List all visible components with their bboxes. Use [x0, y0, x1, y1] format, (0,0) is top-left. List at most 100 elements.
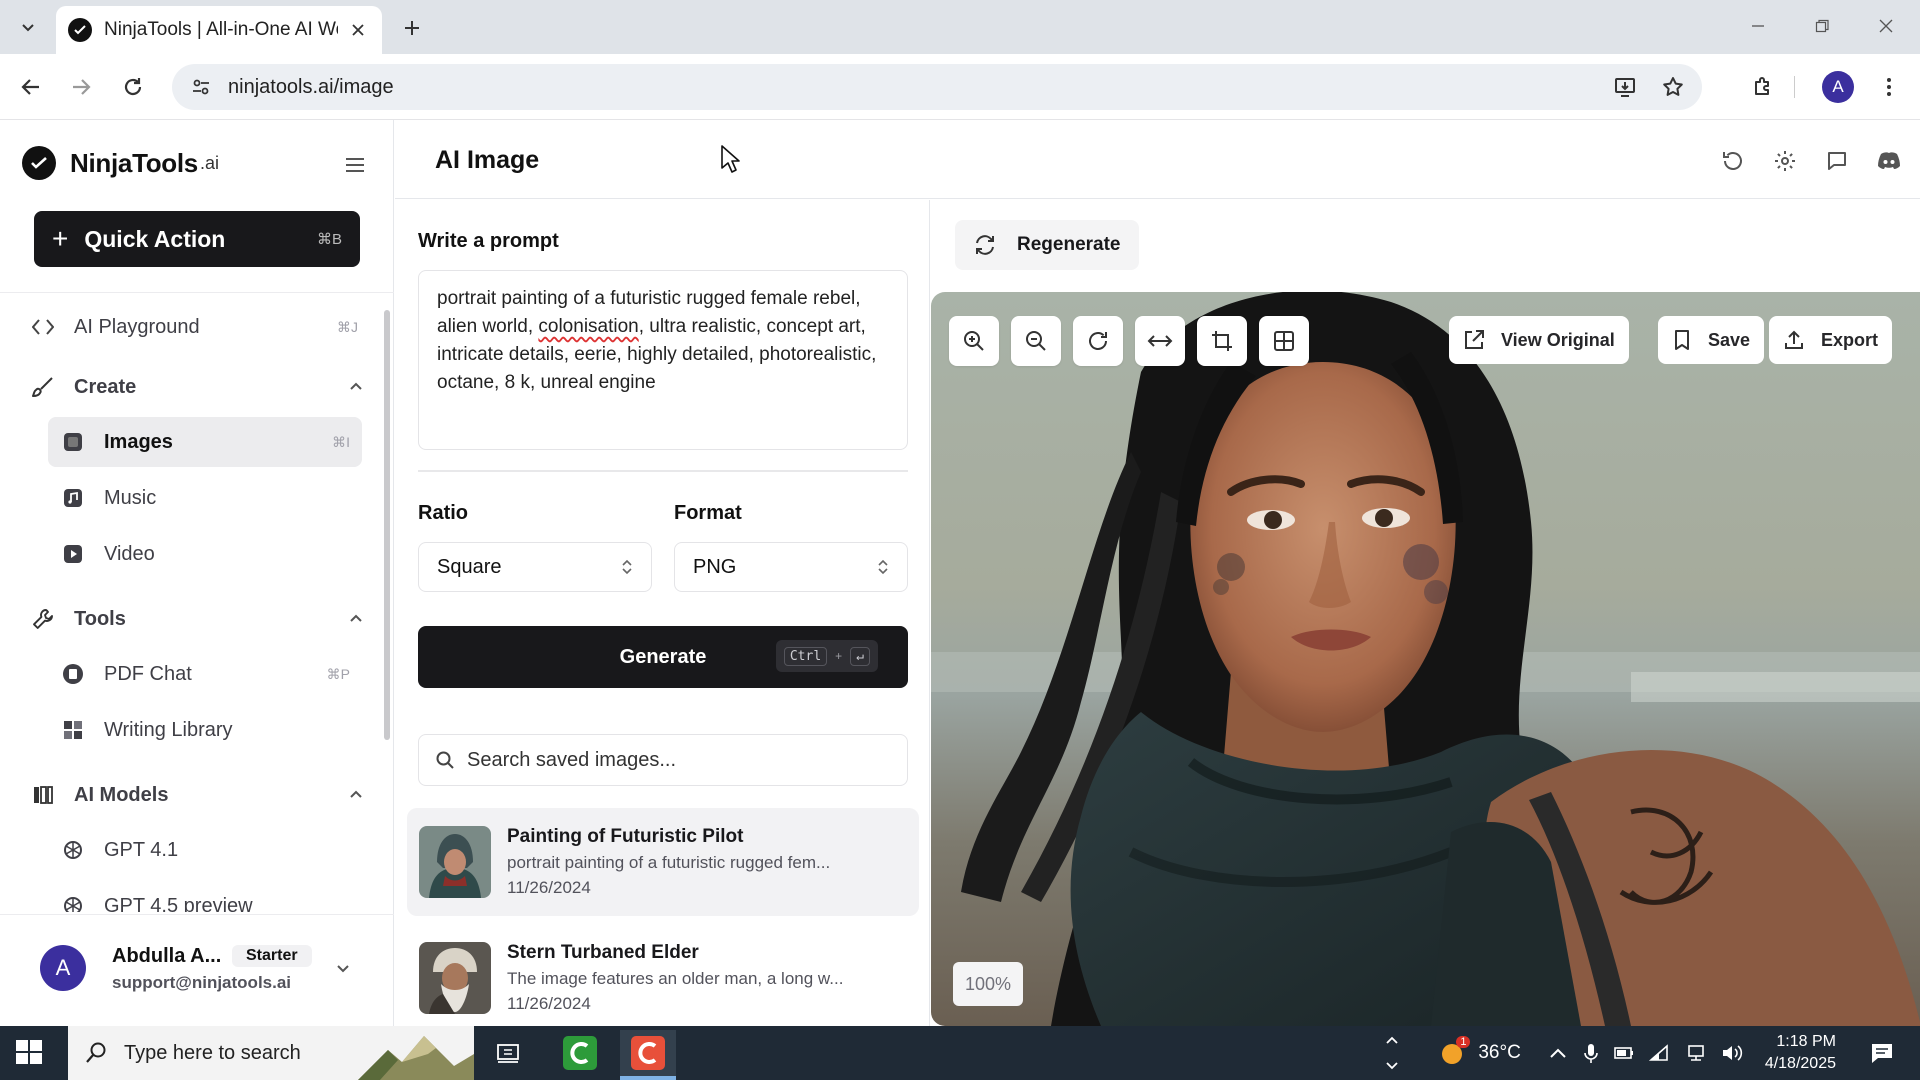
tab-search-button[interactable]	[10, 10, 46, 44]
profile-avatar[interactable]: A	[1822, 71, 1854, 103]
format-select[interactable]: PNG	[674, 542, 908, 592]
sidebar-item-video[interactable]: Video	[48, 529, 362, 579]
misspelled-word: colonisation	[538, 316, 639, 337]
plus-icon: +	[52, 223, 69, 254]
external-link-icon	[1463, 329, 1485, 351]
wifi-icon[interactable]	[1648, 1044, 1671, 1062]
new-tab-button[interactable]	[396, 12, 428, 44]
close-window-button[interactable]	[1862, 8, 1910, 44]
bookmark-star-icon[interactable]	[1656, 70, 1690, 104]
battery-icon[interactable]	[1613, 1044, 1635, 1062]
volume-icon[interactable]	[1721, 1043, 1743, 1063]
feedback-icon[interactable]	[1822, 146, 1852, 176]
sidebar-item-gpt-4-5-preview[interactable]: GPT 4.5 preview	[48, 881, 362, 912]
start-button[interactable]	[14, 1038, 48, 1068]
panel-divider	[418, 470, 908, 472]
search-icon	[84, 1041, 108, 1065]
notifications-icon[interactable]	[1870, 1042, 1894, 1064]
reload-button[interactable]	[114, 68, 152, 106]
music-icon	[60, 485, 86, 511]
sidebar-item-images[interactable]: Images ⌘I	[48, 417, 362, 467]
sidebar-item-music[interactable]: Music	[48, 473, 362, 523]
windows-logo-icon	[14, 1038, 48, 1066]
weather-widget[interactable]: 1	[1436, 1036, 1471, 1068]
crop-icon	[1210, 329, 1234, 353]
address-bar[interactable]: ninjatools.ai/image	[172, 64, 1702, 110]
sidebar-section-tools[interactable]: Tools	[28, 595, 364, 643]
user-account-card[interactable]: A Abdulla A... Starter support@ninjatool…	[0, 914, 394, 1026]
ninjatools-favicon-icon	[68, 18, 92, 42]
site-settings-icon[interactable]	[184, 70, 218, 104]
browser-tab-active[interactable]: NinjaTools | All-in-One AI Work	[56, 6, 382, 54]
user-avatar: A	[40, 945, 86, 991]
sidebar-scrollbar[interactable]	[384, 310, 390, 740]
export-button[interactable]: Export	[1769, 316, 1893, 364]
grid-view-button[interactable]	[1259, 316, 1309, 366]
saved-images-search[interactable]	[418, 734, 908, 786]
back-button[interactable]	[12, 68, 50, 106]
chevron-up-icon	[348, 787, 364, 803]
task-view-button[interactable]	[480, 1030, 536, 1076]
sidebar-item-label: GPT 4.5 preview	[104, 894, 253, 913]
network-icon[interactable]	[1685, 1043, 1707, 1063]
enter-key: ↵	[850, 646, 870, 666]
restore-window-button[interactable]	[1798, 8, 1846, 44]
brand-logo[interactable]: NinjaTools .ai	[22, 146, 219, 180]
show-hidden-icons-icon[interactable]	[1549, 1046, 1567, 1060]
view-original-button[interactable]: View Original	[1449, 316, 1629, 364]
sidebar-item-gpt-4-1[interactable]: GPT 4.1	[48, 825, 362, 875]
chevron-updown-icon	[621, 558, 633, 576]
search-input[interactable]	[467, 748, 891, 772]
refresh-icon	[973, 233, 997, 257]
shortcut-hint: ⌘I	[332, 433, 350, 450]
generate-button[interactable]: Generate Ctrl + ↵	[418, 626, 908, 688]
regenerate-button[interactable]: Regenerate	[955, 220, 1139, 270]
saved-image-item[interactable]: Painting of Futuristic Pilot portrait pa…	[407, 808, 919, 916]
saved-image-desc: portrait painting of a futuristic rugged…	[507, 853, 831, 872]
flip-horizontal-button[interactable]	[1135, 316, 1185, 366]
quick-action-button[interactable]: + Quick Action ⌘B	[34, 211, 360, 267]
sidebar-item-pdf-chat[interactable]: PDF Chat ⌘P	[48, 649, 362, 699]
taskbar-app-camtasia-recorder[interactable]	[620, 1030, 676, 1076]
taskbar-app-camtasia[interactable]	[552, 1030, 608, 1076]
ratio-select[interactable]: Square	[418, 542, 652, 592]
saved-image-item[interactable]: Stern Turbaned Elder The image features …	[407, 924, 919, 1026]
extensions-button[interactable]	[1744, 68, 1782, 106]
sidebar-item-ai-playground[interactable]: AI Playground ⌘J	[28, 303, 364, 351]
close-tab-icon[interactable]	[346, 18, 370, 42]
prompt-textarea[interactable]: portrait painting of a futuristic rugged…	[418, 270, 908, 450]
taskbar-scroll-arrows[interactable]	[1378, 1030, 1406, 1076]
gear-icon[interactable]	[1770, 146, 1800, 176]
history-icon[interactable]	[1718, 146, 1748, 176]
flip-horizontal-icon	[1147, 329, 1173, 353]
zoom-out-button[interactable]	[1011, 316, 1061, 366]
grid-icon	[1272, 329, 1296, 353]
minimize-icon	[1750, 18, 1766, 34]
toolbar-divider	[1794, 76, 1795, 98]
shortcut-hint: ⌘P	[326, 665, 350, 682]
taskbar-search-box[interactable]: Type here to search	[68, 1026, 474, 1080]
zoom-in-button[interactable]	[949, 316, 999, 366]
restore-icon	[1814, 18, 1830, 34]
code-brackets-icon	[28, 312, 58, 342]
view-original-label: View Original	[1501, 329, 1615, 350]
close-icon	[1878, 18, 1894, 34]
microphone-icon[interactable]	[1583, 1042, 1599, 1064]
sidebar-menu-button[interactable]	[340, 150, 370, 180]
rotate-button[interactable]	[1073, 316, 1123, 366]
user-menu-toggle[interactable]	[330, 955, 356, 981]
generated-image[interactable]: View Original Save Export 100%	[931, 292, 1920, 1026]
sidebar-item-writing-library[interactable]: Writing Library	[48, 705, 362, 755]
crop-button[interactable]	[1197, 316, 1247, 366]
discord-icon[interactable]	[1874, 146, 1904, 176]
saved-image-date: 11/26/2024	[507, 878, 591, 897]
sidebar-section-create[interactable]: Create	[28, 363, 364, 411]
browser-menu-button[interactable]	[1870, 68, 1908, 106]
sidebar-section-ai-models[interactable]: AI Models	[28, 771, 364, 819]
taskbar-clock[interactable]: 1:18 PM 4/18/2025	[1765, 1031, 1836, 1075]
save-button[interactable]: Save	[1658, 316, 1765, 364]
forward-button[interactable]	[62, 68, 100, 106]
install-app-icon[interactable]	[1608, 70, 1642, 104]
minimize-window-button[interactable]	[1734, 8, 1782, 44]
zoom-level-badge: 100%	[953, 962, 1024, 1006]
